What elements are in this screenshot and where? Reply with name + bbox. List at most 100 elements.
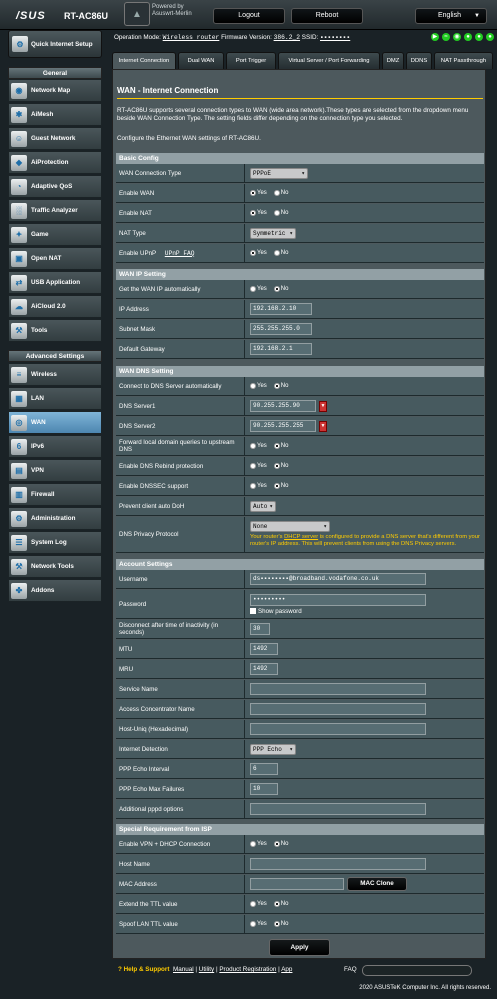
tab-port-trigger[interactable]: Port Trigger	[226, 52, 276, 69]
dns-privacy-select[interactable]: None	[250, 521, 330, 532]
utility-link[interactable]: Utility	[199, 966, 214, 973]
cloud-status-icon[interactable]: ●	[475, 33, 483, 41]
dhcp-server-link[interactable]: DHCP server	[284, 534, 318, 540]
faq-search-input[interactable]	[362, 965, 472, 976]
mac-clone-button[interactable]: MAC Clone	[347, 877, 407, 891]
dns1-dropdown-icon[interactable]: ▼	[319, 400, 327, 412]
language-select[interactable]: English ▼	[415, 8, 487, 24]
dns-server1-input[interactable]: 90.255.255.90	[250, 400, 316, 412]
tab-ddns[interactable]: DDNS	[406, 52, 432, 69]
dnssec-yes-radio[interactable]: Yes	[250, 483, 267, 489]
sidebar-item-aicloud-2-0[interactable]: ☁ AiCloud 2.0	[8, 295, 102, 318]
host-uniq-input[interactable]	[250, 723, 426, 735]
spoof-ttl-no-radio[interactable]: No	[273, 921, 288, 927]
forward-dns-yes-radio[interactable]: Yes	[250, 443, 267, 449]
sidebar-item-administration[interactable]: ⚙ Administration	[8, 507, 102, 530]
dns-server2-input[interactable]: 90.255.255.255	[250, 420, 316, 432]
spoof-ttl-yes-radio[interactable]: Yes	[250, 921, 267, 927]
sidebar-item-open-nat[interactable]: ▣ Open NAT	[8, 247, 102, 270]
sidebar-item-tools[interactable]: ⚒ Tools	[8, 319, 102, 342]
mru-input[interactable]: 1492	[250, 663, 278, 675]
enable-nat-no-radio[interactable]: No	[273, 210, 288, 216]
forward-dns-no-radio[interactable]: No	[273, 443, 288, 449]
sidebar-item-firewall[interactable]: ▥ Firewall	[8, 483, 102, 506]
pppd-options-input[interactable]	[250, 803, 426, 815]
sidebar-item-addons[interactable]: ✤ Addons	[8, 579, 102, 602]
sidebar-item-ipv6[interactable]: 6 IPv6	[8, 435, 102, 458]
log-status-icon[interactable]: ●	[486, 33, 494, 41]
sidebar-item-vpn[interactable]: ▤ VPN	[8, 459, 102, 482]
internet-status-icon[interactable]: ◉	[453, 33, 461, 41]
manual-link[interactable]: Manual	[173, 966, 194, 973]
default-gateway-input[interactable]: 192.168.2.1	[250, 343, 312, 355]
wan-ip-auto-no-radio[interactable]: No	[273, 286, 288, 292]
ppp-echo-interval-input[interactable]: 6	[250, 763, 278, 775]
apply-button[interactable]: Apply	[269, 939, 330, 956]
help-support-link[interactable]: ? Help & Support	[118, 963, 169, 977]
sidebar-item-aimesh[interactable]: ✱ AiMesh	[8, 103, 102, 126]
quick-internet-setup-button[interactable]: ⚙ Quick Internet Setup	[8, 30, 102, 58]
upnp-no-radio[interactable]: No	[273, 250, 288, 256]
sidebar-item-wan[interactable]: ◎ WAN	[8, 411, 102, 434]
idle-timeout-input[interactable]: 30	[250, 623, 270, 635]
dns-rebind-no-radio[interactable]: No	[273, 463, 288, 469]
password-input[interactable]: •••••••••	[250, 593, 426, 606]
sidebar-item-adaptive-qos[interactable]: ◔ Adaptive QoS	[8, 175, 102, 198]
tab-dual-wan[interactable]: Dual WAN	[178, 52, 224, 69]
tab-internet-connection[interactable]: Internet Connection	[112, 52, 176, 69]
ppp-echo-failures-input[interactable]: 10	[250, 783, 278, 795]
sidebar-item-aiprotection[interactable]: ◆ AiProtection	[8, 151, 102, 174]
enable-nat-yes-radio[interactable]: Yes	[250, 210, 267, 216]
sidebar-item-guest-network[interactable]: ☺ Guest Network	[8, 127, 102, 150]
sidebar-item-traffic-analyzer[interactable]: ░ Traffic Analyzer	[8, 199, 102, 222]
subnet-mask-input[interactable]: 255.255.255.0	[250, 323, 312, 335]
tab-nat-passthrough[interactable]: NAT Passthrough	[434, 52, 493, 69]
sidebar-item-game[interactable]: ✦ Game	[8, 223, 102, 246]
sidebar-item-system-log[interactable]: ☰ System Log	[8, 531, 102, 554]
app-icon[interactable]: ▶	[431, 33, 439, 41]
sidebar-item-lan[interactable]: ▦ LAN	[8, 387, 102, 410]
dns-rebind-yes-radio[interactable]: Yes	[250, 463, 267, 469]
enable-wan-no-radio[interactable]: No	[273, 190, 288, 196]
dnssec-no-radio[interactable]: No	[273, 483, 288, 489]
dns-auto-no-radio[interactable]: No	[273, 383, 288, 389]
sidebar-item-network-map[interactable]: ◉ Network Map	[8, 79, 102, 102]
tab-dmz[interactable]: DMZ	[382, 52, 404, 69]
mac-address-input[interactable]	[250, 878, 344, 890]
cloud-icon: ☁	[11, 298, 27, 315]
logout-button[interactable]: Logout	[213, 8, 285, 24]
op-mode-link[interactable]: Wireless router	[163, 34, 220, 41]
nat-type-select[interactable]: Symmetric	[250, 227, 296, 239]
product-registration-link[interactable]: Product Registration	[219, 966, 276, 973]
extend-ttl-no-radio[interactable]: No	[273, 901, 288, 907]
show-password-checkbox[interactable]: Show password	[250, 608, 302, 615]
service-name-input[interactable]	[250, 683, 426, 695]
tab-virtual-server[interactable]: Virtual Server / Port Forwarding	[278, 52, 380, 69]
sidebar-item-usb-application[interactable]: ⇄ USB Application	[8, 271, 102, 294]
upnp-faq-link[interactable]: UPnP FAQ	[165, 250, 195, 257]
upnp-yes-radio[interactable]: Yes	[250, 250, 267, 256]
mtu-input[interactable]: 1492	[250, 643, 278, 655]
internet-detection-select[interactable]: PPP Echo	[250, 743, 296, 755]
wan-ip-auto-yes-radio[interactable]: Yes	[250, 286, 267, 292]
vpn-dhcp-yes-radio[interactable]: Yes	[250, 841, 267, 847]
sidebar-item-network-tools[interactable]: ⚒ Network Tools	[8, 555, 102, 578]
reboot-button[interactable]: Reboot	[291, 8, 363, 24]
host-name-input[interactable]	[250, 858, 426, 870]
usb-status-icon[interactable]: ●	[464, 33, 472, 41]
firmware-link[interactable]: 386.2_2	[274, 34, 300, 41]
doh-select[interactable]: Auto	[250, 500, 276, 512]
wifi-status-icon[interactable]: ≈	[442, 33, 450, 41]
enable-wan-yes-radio[interactable]: Yes	[250, 190, 267, 196]
username-input[interactable]: ds▪▪▪▪▪▪▪▪@broadband.vodafone.co.uk	[250, 573, 426, 585]
ip-address-input[interactable]: 192.168.2.10	[250, 303, 312, 315]
vpn-dhcp-no-radio[interactable]: No	[273, 841, 288, 847]
app-link[interactable]: App	[281, 966, 292, 973]
wan-type-select[interactable]: PPPoE	[250, 167, 308, 179]
page-title: WAN - Internet Connection	[117, 86, 219, 95]
access-concentrator-input[interactable]	[250, 703, 426, 715]
sidebar-item-wireless[interactable]: ≡ Wireless	[8, 363, 102, 386]
dns-auto-yes-radio[interactable]: Yes	[250, 383, 267, 389]
extend-ttl-yes-radio[interactable]: Yes	[250, 901, 267, 907]
dns2-dropdown-icon[interactable]: ▼	[319, 420, 327, 432]
